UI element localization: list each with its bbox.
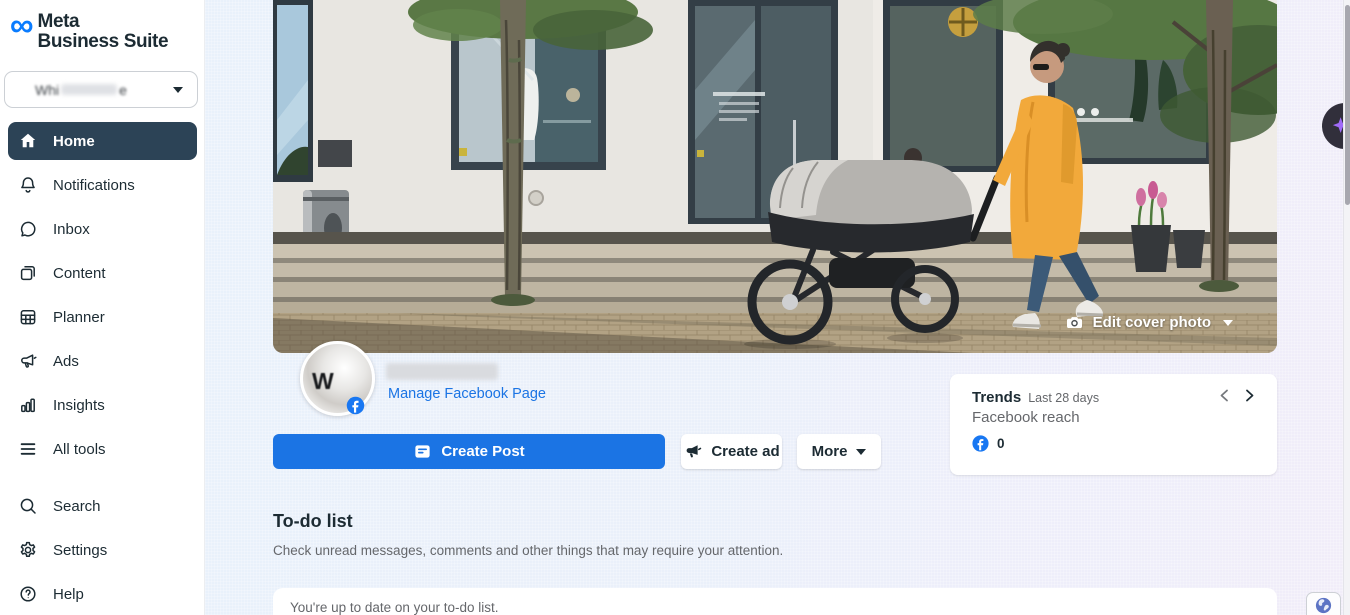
trends-title: Trends [972,389,1021,406]
gear-icon [18,540,38,560]
calendar-icon [18,307,38,327]
todo-empty-state: You're up to date on your to-do list. [290,600,498,615]
chat-bubble-icon [18,219,38,239]
sidebar: ∞ Meta Business Suite Whi e Home [0,0,205,615]
chevron-down-icon [173,87,183,93]
question-circle-icon [18,584,38,604]
meta-business-suite-app: ∞ Meta Business Suite Whi e Home [0,0,1350,615]
sidebar-divider-gap [0,474,205,487]
sidebar-item-label: Notifications [53,177,135,194]
sidebar-item-label: Help [53,586,84,603]
sidebar-item-insights[interactable]: Insights [8,386,197,424]
bar-chart-icon [18,395,38,415]
sidebar-item-label: Inbox [53,221,90,238]
brand-logo: ∞ Meta Business Suite [0,0,204,52]
sidebar-item-inbox[interactable]: Inbox [8,210,197,248]
megaphone-icon [683,442,702,461]
brand-line2: Business Suite [38,32,169,52]
camera-icon [1065,313,1084,332]
sidebar-item-settings[interactable]: Settings [8,531,197,569]
sidebar-item-label: Search [53,498,101,515]
page-selector-text-suffix: e [119,82,127,98]
page-scrollbar[interactable] [1343,0,1350,615]
sidebar-item-home[interactable]: Home [8,122,197,160]
avatar-letter: W [312,368,334,395]
more-label: More [812,443,848,460]
cover-photo: Edit cover photo [273,0,1277,353]
sidebar-item-help[interactable]: Help [8,575,197,613]
scrollbar-thumb[interactable] [1345,5,1350,205]
megaphone-icon [18,351,38,371]
globe-icon [1314,596,1333,615]
sidebar-item-planner[interactable]: Planner [8,298,197,336]
chevron-right-icon[interactable] [1244,389,1255,402]
sidebar-item-search[interactable]: Search [8,487,197,525]
globe-extension-button[interactable] [1306,592,1341,615]
create-post-label: Create Post [441,443,524,460]
trends-card: Trends Last 28 days Facebook reach 0 [950,374,1277,475]
create-post-button[interactable]: Create Post [273,434,665,469]
chevron-down-icon [1223,320,1233,326]
cover-photo-illustration [273,0,1277,353]
hamburger-lines-icon [18,439,38,459]
sidebar-item-ads[interactable]: Ads [8,342,197,380]
sidebar-item-label: Content [53,265,106,282]
meta-infinity-icon: ∞ [10,14,34,36]
home-icon [18,131,38,151]
chevron-left-icon[interactable] [1219,389,1230,402]
page-name-blurred [386,363,498,380]
create-ad-label: Create ad [711,443,779,460]
sidebar-item-label: All tools [53,441,106,458]
chevron-down-icon [856,449,866,455]
search-icon [18,496,38,516]
sidebar-item-content[interactable]: Content [8,254,197,292]
sidebar-item-label: Ads [53,353,79,370]
page-avatar[interactable]: W [300,341,375,416]
more-button[interactable]: More [797,434,881,469]
compose-post-icon [413,442,432,461]
facebook-reach-value: 0 [997,436,1005,451]
bell-icon [18,175,38,195]
todo-list-description: Check unread messages, comments and othe… [273,543,783,558]
sidebar-nav: Home Notifications Inbox Content [0,122,205,615]
manage-facebook-page-link[interactable]: Manage Facebook Page [388,386,546,402]
todo-list-card: You're up to date on your to-do list. [273,588,1277,615]
page-selector-dropdown[interactable]: Whi e [4,71,198,108]
page-selector-text-prefix: Whi [35,82,59,98]
page-selector-blurred-name [61,84,117,95]
trends-period: Last 28 days [1028,391,1099,405]
sidebar-item-label: Insights [53,397,105,414]
sidebar-item-all-tools[interactable]: All tools [8,430,197,468]
edit-cover-photo-label: Edit cover photo [1093,314,1211,331]
sidebar-item-label: Planner [53,309,105,326]
trends-metric-label: Facebook reach [972,409,1255,426]
create-ad-button[interactable]: Create ad [681,434,782,469]
content-stack-icon [18,263,38,283]
brand-line1: Meta [38,12,169,32]
todo-list-title: To-do list [273,511,353,532]
facebook-badge-icon [346,396,365,415]
sidebar-item-notifications[interactable]: Notifications [8,166,197,204]
facebook-logo-icon [972,435,989,452]
edit-cover-photo-button[interactable]: Edit cover photo [1065,313,1233,332]
sidebar-item-label: Settings [53,542,107,559]
sidebar-item-label: Home [53,133,95,150]
brand-wordmark: Meta Business Suite [38,12,169,52]
